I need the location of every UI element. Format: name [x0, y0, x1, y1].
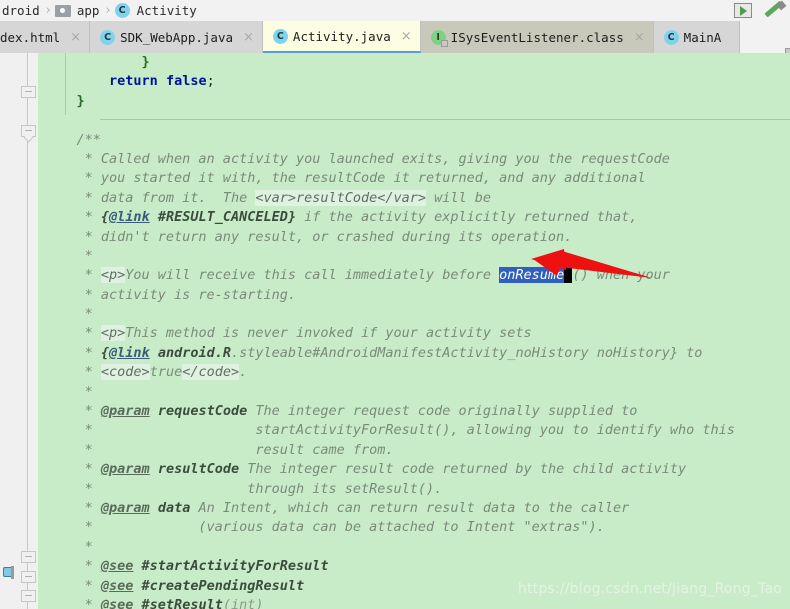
- editor-gutter[interactable]: [0, 53, 38, 609]
- code-line: }: [76, 92, 85, 109]
- code-line: *: [84, 247, 93, 264]
- breadcrumb-label-activity: Activity: [136, 3, 197, 18]
- code-line: * (various data can be attached to Inten…: [84, 519, 605, 536]
- fold-marker[interactable]: [21, 590, 36, 603]
- code-line: * @see #setResult(int): [84, 596, 264, 609]
- ide-window: droid › app › C Activity dex.html × C SD…: [0, 0, 790, 609]
- close-icon[interactable]: ×: [401, 30, 412, 43]
- code-line: * through its setResult().: [84, 480, 443, 497]
- tab-label: dex.html: [0, 29, 61, 45]
- build-hammer-icon[interactable]: [764, 0, 787, 20]
- code-editor[interactable]: } return false; } /** * Called when an a…: [0, 53, 790, 609]
- breadcrumb-separator-2: ›: [105, 3, 111, 18]
- breadcrumb-item-activity[interactable]: C Activity: [114, 0, 199, 21]
- fold-marker[interactable]: [21, 551, 36, 564]
- tab-label: Activity.java: [292, 28, 391, 44]
- code-line: * @see #startActivityForResult: [84, 558, 329, 575]
- code-line: * Called when an activity you launched e…: [84, 150, 670, 167]
- fold-marker[interactable]: [21, 86, 36, 99]
- breadcrumb-item-droid[interactable]: droid: [0, 0, 42, 21]
- class-icon: C: [663, 29, 679, 45]
- interface-icon: I: [430, 29, 448, 47]
- code-line: }: [141, 54, 150, 70]
- code-line: * @param resultCode The integer result c…: [84, 461, 687, 478]
- tab-label: SDK_WebApp.java: [120, 29, 234, 45]
- code-line: * result came from.: [84, 441, 394, 458]
- tab-label: MainA: [683, 29, 722, 45]
- code-line: *: [84, 306, 93, 323]
- method-override-icon[interactable]: [3, 566, 16, 579]
- class-icon: C: [100, 29, 116, 45]
- code-line: *: [84, 383, 93, 400]
- class-icon: C: [272, 28, 288, 44]
- breadcrumb: droid › app › C Activity: [0, 0, 790, 21]
- tab-label: ISysEventListener.class: [450, 29, 624, 45]
- class-icon: C: [114, 3, 130, 18]
- fold-marker[interactable]: [21, 125, 36, 143]
- breadcrumb-label-droid: droid: [2, 3, 40, 18]
- run-icon[interactable]: [734, 3, 752, 18]
- code-line: * <p>This method is never invoked if you…: [84, 325, 532, 342]
- code-line: * <p>You will receive this call immediat…: [84, 267, 670, 284]
- code-line: * @param data An Intent, which can retur…: [84, 499, 630, 516]
- toolbar-actions: [734, 0, 787, 21]
- fold-marker[interactable]: [21, 571, 36, 584]
- tab-sdk-webapp-java[interactable]: C SDK_WebApp.java ×: [90, 21, 263, 53]
- code-line: * activity is re-starting.: [84, 286, 296, 303]
- code-surface[interactable]: } return false; } /** * Called when an a…: [38, 53, 790, 609]
- breadcrumb-separator: ›: [45, 3, 51, 18]
- source-code[interactable]: } return false; } /** * Called when an a…: [44, 53, 735, 609]
- close-icon[interactable]: ×: [70, 31, 81, 44]
- code-line: /**: [76, 131, 101, 148]
- code-line: *: [84, 538, 93, 555]
- close-icon[interactable]: ×: [243, 31, 254, 44]
- tab-dex-html[interactable]: dex.html ×: [0, 21, 91, 53]
- tab-isyseventlistener-class[interactable]: I ISysEventListener.class ×: [420, 21, 654, 53]
- watermark: https://blog.csdn.net/Jiang_Rong_Tao: [517, 581, 782, 597]
- code-line: * {@link android.R.styleable#AndroidMani…: [84, 344, 703, 361]
- tab-activity-java[interactable]: C Activity.java ×: [262, 21, 421, 53]
- code-line: * didn't return any result, or crashed d…: [84, 228, 573, 245]
- code-line: * {@link #RESULT_CANCELED} if the activi…: [84, 209, 638, 226]
- breadcrumb-item-app[interactable]: app: [54, 0, 102, 21]
- breadcrumb-label-app: app: [76, 3, 100, 18]
- code-line: * you started it with, the resultCode it…: [84, 170, 646, 187]
- code-line: return false;: [109, 73, 215, 90]
- code-line: * <code>true</code>.: [84, 364, 248, 381]
- editor-tab-bar: dex.html × C SDK_WebApp.java × C Activit…: [0, 21, 790, 53]
- code-line: * data from it. The <var>resultCode</var…: [84, 189, 492, 206]
- close-icon[interactable]: ×: [634, 31, 645, 44]
- tab-maina[interactable]: C MainA: [653, 21, 741, 53]
- code-line: * @param requestCode The integer request…: [84, 403, 638, 420]
- folder-icon: [54, 4, 71, 17]
- code-line: * startActivityForResult(), allowing you…: [84, 422, 735, 439]
